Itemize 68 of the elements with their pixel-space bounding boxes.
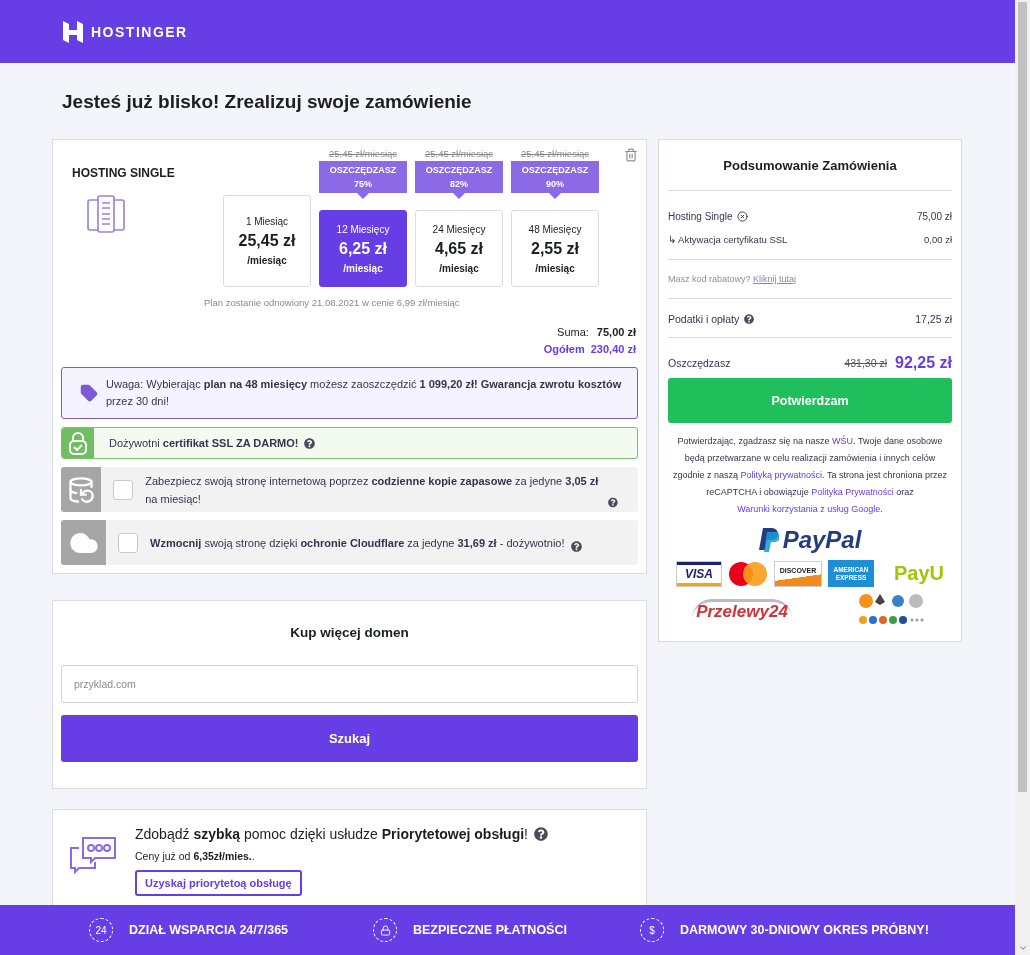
savings-badge: OSZCZĘDZASZ 90% (511, 161, 599, 199)
server-icon (86, 194, 126, 234)
item-name: ↳ Aktywacja certyfikatu SSL (668, 234, 788, 245)
padlock-check-icon (68, 431, 88, 455)
plan-option[interactable]: 48 Miesięcy 2,55 zł /miesiąc (511, 210, 599, 287)
paypal-logo: PayPal (668, 526, 952, 554)
domain-title: Kup więcej domen (289, 625, 410, 640)
old-price: 25,45 zł/miesiąc (520, 148, 590, 159)
plan-option[interactable]: 1 Miesiąc 25,45 zł /miesiąc (223, 195, 311, 287)
old-total: 431,30 zł (844, 357, 888, 369)
addon-text: Zabezpiecz swoją stronę internetową poprzez codzienne kopie zapasowe za jedyne 3,05 zł na miesiąc! (145, 473, 600, 507)
renewal-note: Plan zostanie odnowiony 21.08.2021 w cenie 6,99 zł/miesiąc (203, 297, 461, 308)
przelewy-logo: Przelewy24 (692, 598, 792, 622)
legal-text: Potwierdzając, zgadzasz się na nasze WŚU. Twoje dane osobowe będą przetwarzane w celu realizacji zamówienia i innych celów zgodnie z naszą Polityką prywatności. Ta strona jest chroniona przez reCAPTCHA i obowiązuje Polityka Prywatności oraz Warunki korzystania z usług Google. (672, 434, 948, 516)
old-price: 25,45 zł/miesiąc (424, 148, 494, 159)
plan-option[interactable]: 24 Miesięcy 4,65 zł /miesiąc (415, 210, 503, 287)
taxes-label: Podatki i opłaty (668, 313, 740, 325)
footer-label: DZIAŁ WSPARCIA 24/7/365 (129, 923, 289, 937)
chat-icon (69, 834, 119, 874)
visa-logo: VISA (676, 560, 722, 587)
tag-icon (80, 384, 98, 402)
total-value: 230,40 zł (590, 343, 636, 355)
payu-logo: PayU (894, 562, 944, 585)
help-icon[interactable] (570, 540, 582, 552)
scroll-down-icon[interactable] (1017, 943, 1028, 953)
taxes-value: 17,25 zł (915, 313, 952, 325)
priority-text: Zdobądź szybką pomoc dzięki usłudze Priorytetowej obsługi! (135, 826, 528, 842)
old-price: 25,45 zł/miesiąc (328, 148, 398, 159)
card-circles-icon (728, 560, 768, 587)
savings-value: 92,25 zł (895, 354, 952, 372)
priority-button[interactable]: Uzyskaj priorytetoą obsługę (135, 870, 302, 896)
coupon-text: Masz kod rabatowy? Kliknij tutaj (668, 273, 798, 286)
item-price: 0,00 zł (924, 234, 952, 245)
scrollbar-thumb[interactable] (1018, 2, 1027, 792)
footer-label: DARMOWY 30-DNIOWY OKRES PRÓBNY! (680, 923, 929, 937)
legal-link[interactable]: Polityka Prywatności (811, 487, 894, 497)
help-icon[interactable] (533, 827, 548, 841)
savings-badge: OSZCZĘDZASZ 75% (319, 161, 407, 199)
footer-label: BEZPIECZNE PŁATNOŚCI (413, 923, 567, 937)
page-title: Jesteś już blisko! Zrealizuj swoje zamówienie (62, 91, 473, 113)
addon-checkbox[interactable] (113, 479, 134, 500)
savings-label: Oszczędzasz (668, 357, 731, 369)
help-icon[interactable] (304, 437, 316, 449)
addon-text: Wzmocnij swoją stronę dzięki ochronie Cloudflare za jedyne 31,69 zł - dożywotnio! (150, 535, 565, 551)
item-price: 75,00 zł (916, 211, 952, 222)
summary-title: Podsumowanie Zamówienia (722, 158, 898, 173)
scrollbar[interactable] (1015, 0, 1030, 955)
domain-input[interactable]: przyklad.com (61, 665, 638, 703)
logo-text: HOSTINGER (91, 23, 188, 40)
savings-badge: OSZCZĘDZASZ 82% (415, 161, 503, 199)
logo-icon (63, 20, 83, 43)
coupon-link[interactable]: Kliknij tutaj (753, 274, 797, 284)
search-button[interactable]: Szukaj (61, 715, 638, 762)
plan-option[interactable]: 12 Miesięcy 6,25 zł /miesiąc (319, 210, 407, 287)
item-name: Hosting Single (668, 211, 733, 222)
remove-icon[interactable] (737, 211, 749, 222)
sum-value: 75,00 zł (596, 326, 636, 338)
database-icon (67, 475, 96, 504)
ssl-text: Dożywotni certifikat SSL ZA DARMO! (109, 437, 299, 449)
total-label: Ogółem (543, 343, 585, 355)
help-icon[interactable] (744, 314, 755, 324)
addon-checkbox[interactable] (118, 532, 138, 553)
help-icon[interactable] (608, 496, 618, 508)
notice-text: Uwaga: Wybierając plan na 48 miesięcy możesz zaoszczędzić 1 099,20 zł! Gwarancja zwrotu kosztów przez 30 dni! (106, 377, 623, 409)
sum-label: Suma: (557, 326, 589, 338)
delete-icon[interactable] (624, 148, 638, 162)
priority-price: Ceny już od 6,35zł/mies.. (135, 850, 255, 862)
product-name: HOSTING SINGLE (72, 166, 176, 180)
